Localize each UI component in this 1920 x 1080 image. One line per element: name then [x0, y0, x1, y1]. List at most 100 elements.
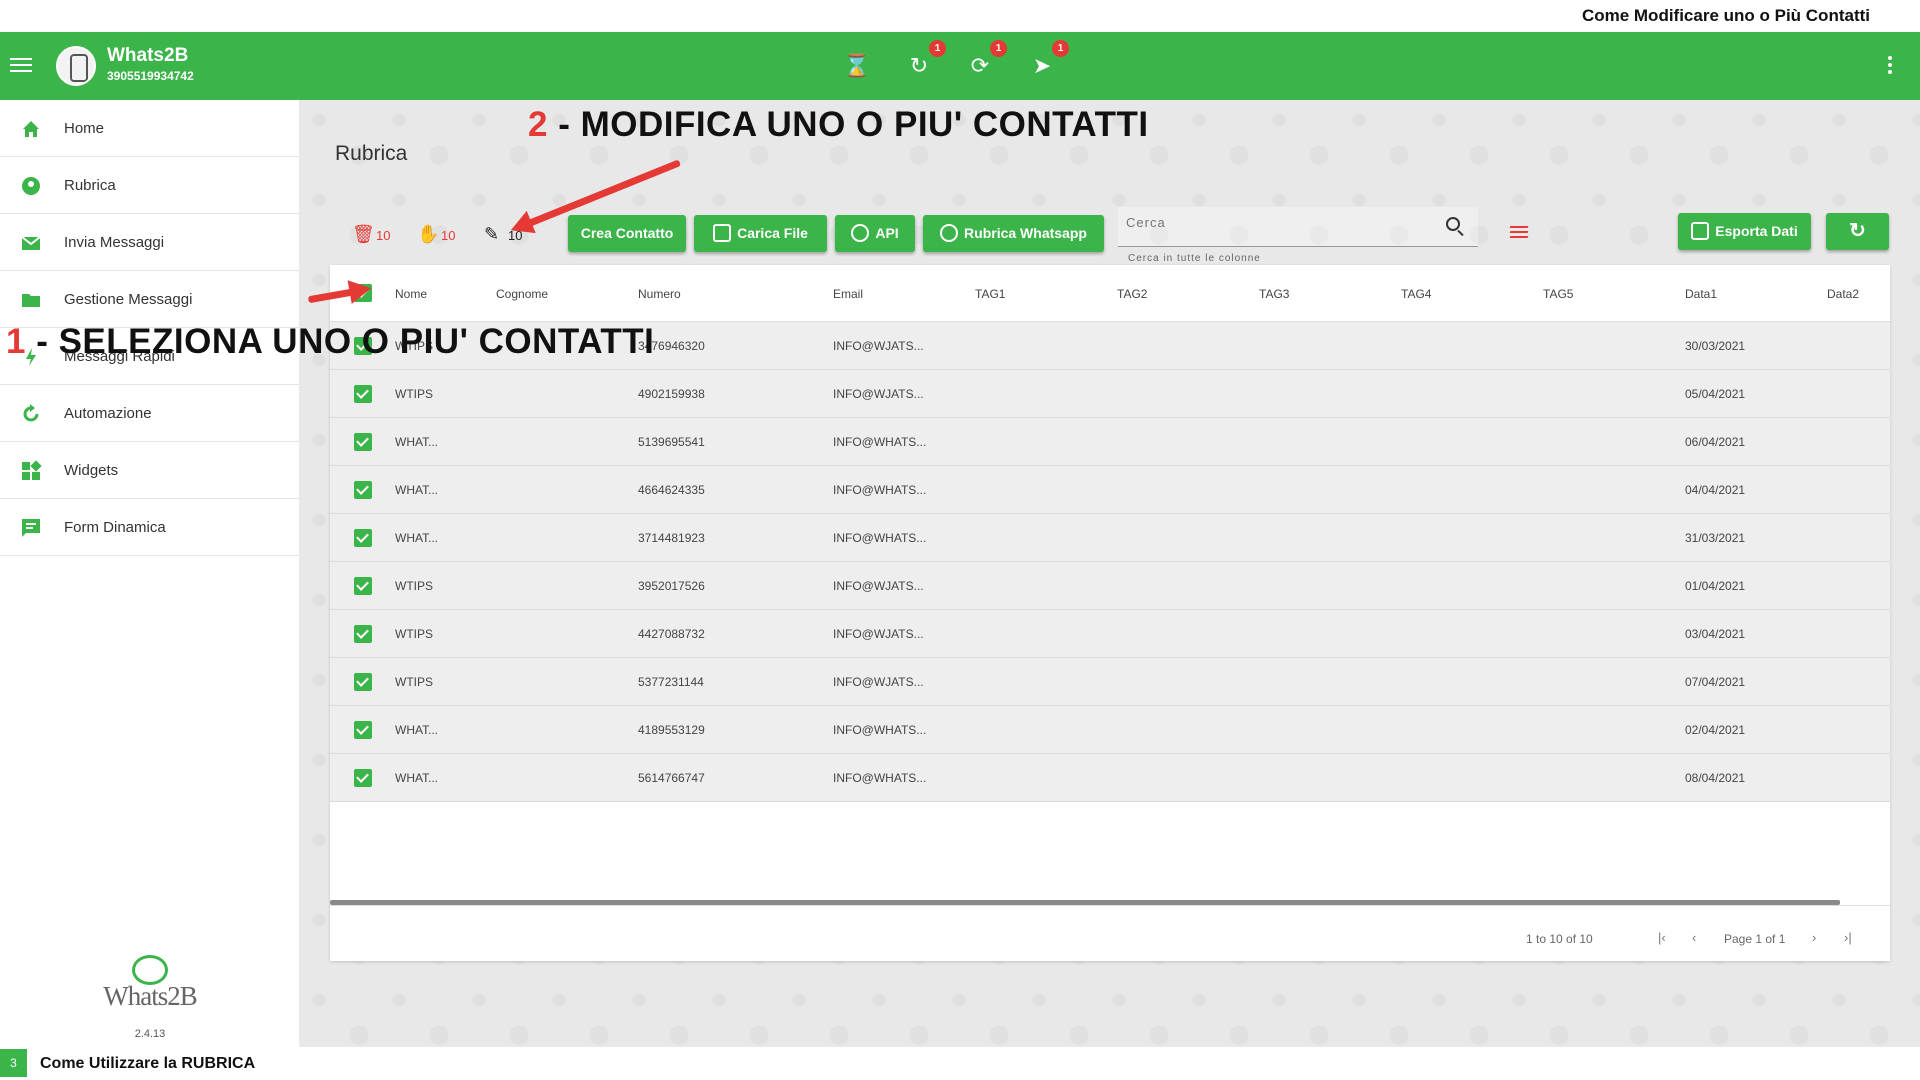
- annotation-step-2: 2 - MODIFICA UNO O PIU' CONTATTI: [528, 105, 1149, 144]
- cell-numero: 4189553129: [638, 723, 705, 737]
- cell-nome: WTIPS: [395, 579, 433, 593]
- account-phone: 3905519934742: [107, 69, 194, 83]
- cell-nome: WTIPS: [395, 675, 433, 689]
- sidebar-item-label: Gestione Messaggi: [64, 291, 193, 308]
- search-input[interactable]: [1126, 215, 1426, 230]
- cell-numero: 4902159938: [638, 387, 705, 401]
- table-row[interactable]: WTIPS 4427088732 INFO@WJATS... 03/04/2021: [330, 610, 1890, 658]
- table-row[interactable]: WTIPS 5377231144 INFO@WJATS... 07/04/2021: [330, 658, 1890, 706]
- row-checkbox[interactable]: [354, 625, 372, 643]
- cell-numero: 3952017526: [638, 579, 705, 593]
- table-row[interactable]: WHAT... 5139695541 INFO@WHATS... 06/04/2021: [330, 418, 1890, 466]
- cell-email: INFO@WJATS...: [833, 339, 924, 353]
- column-header-tag4[interactable]: TAG4: [1401, 287, 1431, 301]
- history-icon[interactable]: ↻: [905, 52, 933, 80]
- cell-email: INFO@WHATS...: [833, 531, 927, 545]
- csv-icon: [713, 223, 732, 242]
- cell-data1: 31/03/2021: [1685, 531, 1746, 545]
- cell-email: INFO@WHATS...: [833, 771, 927, 785]
- pager-range: 1 to 10 of 10: [1526, 932, 1593, 946]
- sync-icon[interactable]: ⟳: [966, 52, 994, 80]
- next-page-icon[interactable]: ›: [1812, 930, 1816, 945]
- table-row[interactable]: WHAT... 5614766747 INFO@WHATS... 08/04/2021: [330, 754, 1890, 802]
- widgets-icon: [20, 460, 42, 482]
- hamburger-menu-icon[interactable]: [10, 54, 32, 78]
- sidebar-item-label: Automazione: [64, 405, 152, 422]
- table-row[interactable]: WHAT... 4189553129 INFO@WHATS... 02/04/2021: [330, 706, 1890, 754]
- row-checkbox[interactable]: [354, 433, 372, 451]
- avatar[interactable]: [56, 46, 96, 86]
- sidebar-item-invia-messaggi[interactable]: Invia Messaggi: [0, 214, 299, 271]
- cell-nome: WHAT...: [395, 531, 439, 545]
- row-checkbox[interactable]: [354, 529, 372, 547]
- create-contact-button[interactable]: Crea Contatto: [568, 215, 686, 252]
- prev-page-icon[interactable]: ‹: [1692, 930, 1696, 945]
- sidebar-item-rubrica[interactable]: Rubrica: [0, 157, 299, 214]
- column-header-tag1[interactable]: TAG1: [975, 287, 1005, 301]
- cell-numero: 3714481923: [638, 531, 705, 545]
- sidebar-item-form-dinamica[interactable]: Form Dinamica: [0, 499, 299, 556]
- slide-number: 3: [0, 1049, 27, 1077]
- contacts-icon: [20, 175, 42, 197]
- sidebar: Home Rubrica Invia Messaggi Gestione Messag…: [0, 100, 299, 1047]
- cell-data1: 02/04/2021: [1685, 723, 1746, 737]
- cell-email: INFO@WJATS...: [833, 387, 924, 401]
- document-title: Come Modificare uno o Più Contatti: [1581, 6, 1870, 25]
- cell-data1: 06/04/2021: [1685, 435, 1746, 449]
- more-options-icon[interactable]: [1888, 56, 1892, 77]
- row-checkbox[interactable]: [354, 385, 372, 403]
- filter-icon[interactable]: [1509, 226, 1529, 240]
- refresh-button[interactable]: ↻: [1826, 213, 1889, 250]
- pagination: 1 to 10 of 10 |‹ ‹ Page 1 of 1 › ›|: [330, 905, 1890, 961]
- export-data-button[interactable]: Esporta Dati: [1678, 213, 1811, 250]
- column-header-cognome[interactable]: Cognome: [496, 287, 548, 301]
- app-header: Whats2B 3905519934742 ⌛ ↻ 1 ⟳ 1 ➤ 1: [0, 32, 1920, 100]
- sidebar-item-automazione[interactable]: Automazione: [0, 385, 299, 442]
- notification-badge: 1: [990, 40, 1007, 57]
- home-icon: [20, 118, 42, 140]
- row-checkbox[interactable]: [354, 769, 372, 787]
- column-header-tag5[interactable]: TAG5: [1543, 287, 1573, 301]
- column-header-data1[interactable]: Data1: [1685, 287, 1717, 301]
- sidebar-item-widgets[interactable]: Widgets: [0, 442, 299, 499]
- pencil-icon: ✎: [484, 224, 500, 244]
- row-checkbox[interactable]: [354, 481, 372, 499]
- table-header: Nome Cognome Numero Email TAG1 TAG2 TAG3 TAG4 TA…: [330, 265, 1890, 322]
- row-checkbox[interactable]: [354, 721, 372, 739]
- api-button[interactable]: API: [835, 215, 915, 252]
- sidebar-item-home[interactable]: Home: [0, 100, 299, 157]
- upload-file-button[interactable]: Carica File: [694, 215, 827, 252]
- table-row[interactable]: WHAT... 3714481923 INFO@WHATS... 31/03/2021: [330, 514, 1890, 562]
- whatsapp-icon: [940, 223, 959, 242]
- row-checkbox[interactable]: [354, 577, 372, 595]
- column-header-email[interactable]: Email: [833, 287, 863, 301]
- refresh-icon: ↻: [1849, 220, 1866, 242]
- block-count: 10: [441, 228, 456, 243]
- form-icon: [20, 517, 42, 539]
- column-header-numero[interactable]: Numero: [638, 287, 681, 301]
- folder-icon: [20, 289, 42, 311]
- cell-data1: 05/04/2021: [1685, 387, 1746, 401]
- sidebar-item-gestione-messaggi[interactable]: Gestione Messaggi: [0, 271, 299, 328]
- sidebar-item-label: Home: [64, 120, 105, 137]
- first-page-icon[interactable]: |‹: [1658, 930, 1666, 945]
- column-header-nome[interactable]: Nome: [395, 287, 427, 301]
- column-header-tag2[interactable]: TAG2: [1117, 287, 1147, 301]
- table-row[interactable]: WTIPS 4902159938 INFO@WJATS... 05/04/2021: [330, 370, 1890, 418]
- last-page-icon[interactable]: ›|: [1844, 930, 1852, 945]
- app-name: Whats2B: [107, 45, 189, 66]
- whatsapp-contacts-button[interactable]: Rubrica Whatsapp: [923, 215, 1104, 252]
- row-checkbox[interactable]: [354, 673, 372, 691]
- hourglass-icon[interactable]: ⌛: [843, 52, 871, 80]
- table-row[interactable]: WHAT... 4664624335 INFO@WHATS... 04/04/2021: [330, 466, 1890, 514]
- mail-icon: [20, 232, 42, 254]
- scheduled-send-icon[interactable]: ➤: [1028, 52, 1056, 80]
- cell-numero: 5139695541: [638, 435, 705, 449]
- column-header-data2[interactable]: Data2: [1827, 287, 1859, 301]
- column-header-tag3[interactable]: TAG3: [1259, 287, 1289, 301]
- sidebar-item-label: Form Dinamica: [64, 519, 166, 536]
- search-icon[interactable]: [1446, 217, 1460, 231]
- hand-block-icon: ✋: [417, 224, 440, 244]
- csv-icon: [1691, 221, 1710, 240]
- table-row[interactable]: WTIPS 3952017526 INFO@WJATS... 01/04/2021: [330, 562, 1890, 610]
